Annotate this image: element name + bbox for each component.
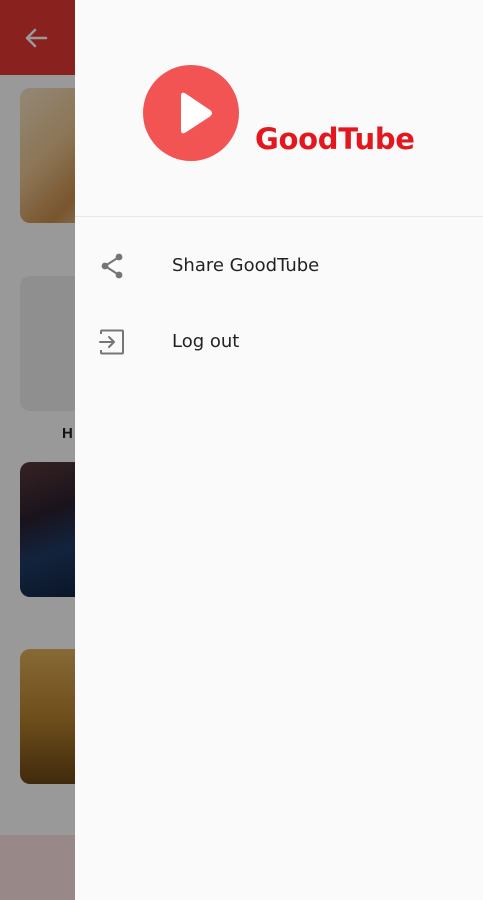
menu-item-label: Log out [172,331,240,352]
play-icon [181,92,212,134]
menu-item-logout[interactable]: Log out [75,305,483,377]
menu-item-label: Share GoodTube [172,255,320,276]
drawer-header: GoodTube [75,0,483,217]
share-icon [101,253,123,279]
logout-icon [99,329,124,355]
brand-name: GoodTube [255,122,415,156]
navigation-drawer: GoodTube Share GoodTube Log out [75,0,483,900]
app-logo [143,65,239,161]
menu-item-share[interactable]: Share GoodTube [75,229,483,301]
